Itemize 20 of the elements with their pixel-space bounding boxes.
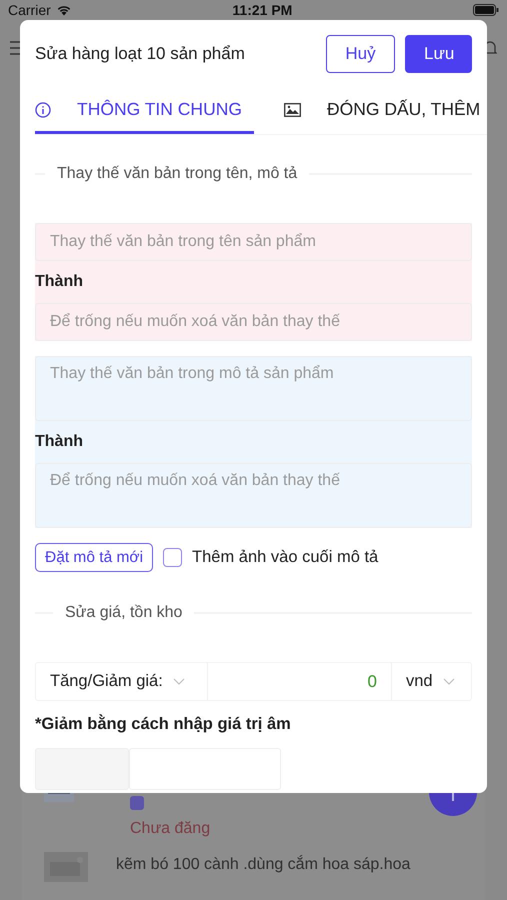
section-heading: Thay thế văn bản trong tên, mô tả [57, 165, 298, 183]
input-field[interactable]: Để trống nếu muốn xoá văn bản thay thế [35, 463, 472, 528]
status-text: Chưa đăng [130, 820, 210, 838]
field-label: Thành [35, 432, 84, 452]
input-field[interactable]: Thay thế văn bản trong mô tả sản phẩm [35, 356, 472, 421]
cancel-button[interactable]: Huỷ [326, 35, 395, 73]
input-field[interactable]: Thay thế văn bản trong tên sản phẩm [35, 223, 472, 261]
input-field[interactable]: Để trống nếu muốn xoá văn bản thay thế [35, 303, 472, 341]
carrier-label: Carrier [8, 2, 51, 18]
set-description-button[interactable]: Đặt mô tả mới [35, 543, 154, 572]
dialog-title: Sửa hàng loạt 10 sản phẩm [35, 44, 246, 64]
checkbox-label: Thêm ảnh vào cuối mô tả [192, 548, 378, 567]
note-text: *Giảm bằng cách nhập giá trị âm [35, 715, 292, 734]
status-time: 11:21 PM [232, 2, 294, 18]
save-button[interactable]: Lưu [405, 35, 472, 73]
product-title: kẽm bó 100 cành .dùng cắm hoa sáp.hoa [115, 854, 410, 874]
field-label: Thành [35, 272, 84, 292]
tab[interactable]: THÔNG TIN CHUNG [35, 88, 254, 134]
tab[interactable]: ĐÓNG DẤU, THÊM [284, 88, 480, 134]
section-heading: Sửa giá, tồn kho [65, 604, 182, 622]
